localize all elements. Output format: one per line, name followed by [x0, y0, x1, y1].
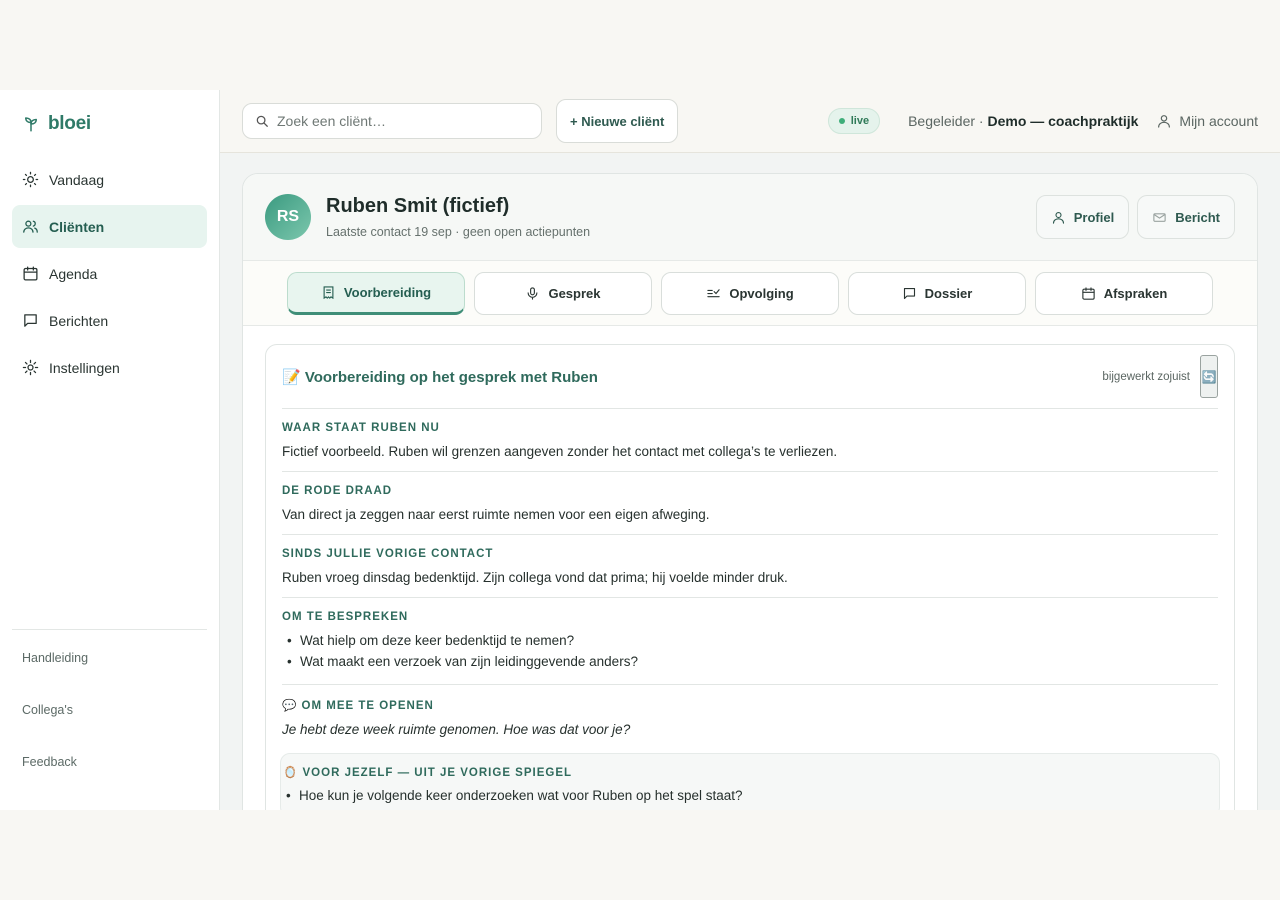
link-handleiding[interactable]: Handleiding — [12, 644, 207, 696]
tab-label: Dossier — [924, 285, 973, 301]
section-label: SINDS JULLIE VORIGE CONTACT — [282, 548, 494, 560]
sidebar-item-label: Vandaag — [49, 171, 105, 188]
org-label: Begeleider · Demo — coachpraktijk — [908, 113, 1138, 129]
sidebar-item-label: Agenda — [49, 265, 98, 282]
profile-button[interactable]: Profiel — [1035, 195, 1130, 239]
section-text: Je hebt deze week ruimte genomen. Hoe wa… — [282, 722, 631, 737]
list-item: Wat hielp om deze keer bedenktijd te nem… — [282, 630, 1218, 651]
section-label: OM TE BESPREKEN — [282, 611, 409, 623]
client-subtitle: Laatste contact 19 sep · geen open actie… — [326, 225, 591, 239]
gear-icon — [22, 359, 39, 376]
tab-bar: Voorbereiding Gesprek Opvolging Dossier … — [243, 261, 1257, 326]
search-box — [242, 103, 542, 139]
checklist-icon — [707, 288, 721, 297]
mirror-list: Hoe kun je volgende keer onderzoeken wat… — [281, 785, 1219, 806]
section-rode-draad: DE RODE DRAAD Van direct ja zeggen naar … — [282, 472, 1218, 535]
sidebar-item-agenda[interactable]: Agenda — [12, 252, 207, 295]
account-button[interactable]: Mijn account — [1156, 113, 1258, 129]
search-icon — [256, 115, 268, 127]
user-icon — [1158, 115, 1171, 128]
section-vorige-contact: SINDS JULLIE VORIGE CONTACT Ruben vroeg … — [282, 535, 1218, 598]
user-icon — [1052, 211, 1064, 224]
users-icon — [23, 220, 38, 233]
tab-afspraken[interactable]: Afspraken — [1035, 271, 1213, 315]
client-actions: Profiel Bericht — [1035, 195, 1235, 239]
new-client-button[interactable]: + Nieuwe cliënt — [556, 99, 679, 143]
sidebar-item-label: Cliënten — [49, 218, 105, 235]
live-dot — [838, 118, 845, 124]
org-separator: · — [975, 113, 988, 129]
link-feedback[interactable]: Feedback — [12, 748, 207, 800]
app-window: bloei Vandaag Cliënten Agenda Berichten … — [0, 90, 1280, 810]
sprout-icon — [25, 117, 37, 132]
client-info: Ruben Smit (fictief) Laatste contact 19 … — [326, 195, 590, 239]
section-text: Ruben vroeg dinsdag bedenktijd. Zijn col… — [282, 570, 788, 585]
avatar: RS — [265, 194, 311, 240]
app-name: bloei — [48, 113, 91, 134]
tab-label: Voorbereiding — [343, 284, 432, 300]
section-openen: 💬 OM MEE TE OPENEN Je hebt deze week rui… — [282, 685, 1218, 753]
logo[interactable]: bloei — [12, 90, 207, 158]
mirror-box: 🪞 VOOR JEZELF — UIT JE VORIGE SPIEGEL Ho… — [280, 753, 1220, 810]
message-icon — [903, 287, 915, 299]
tab-label: Afspraken — [1103, 285, 1168, 301]
search-input[interactable] — [277, 113, 529, 129]
client-card: RS Ruben Smit (fictief) Laatste contact … — [242, 173, 1258, 810]
main-area: + Nieuwe cliënt live Begeleider · Demo —… — [220, 90, 1280, 810]
sidebar-item-clienten[interactable]: Cliënten — [12, 205, 207, 248]
profile-label: Profiel — [1073, 209, 1115, 225]
sun-icon — [22, 171, 39, 188]
discuss-list: Wat hielp om deze keer bedenktijd te nem… — [282, 630, 1218, 672]
microphone-icon — [528, 286, 538, 300]
updated-label: bijgewerkt zojuist — [1102, 370, 1190, 383]
live-badge: live — [827, 108, 881, 134]
sidebar-footer: Handleiding Collega's Feedback — [12, 629, 207, 810]
section-label: 💬 OM MEE TE OPENEN — [282, 700, 434, 712]
sidebar-item-berichten[interactable]: Berichten — [12, 299, 207, 342]
section-bespreken: OM TE BESPREKEN Wat hielp om deze keer b… — [282, 598, 1218, 685]
topbar: + Nieuwe cliënt live Begeleider · Demo —… — [220, 90, 1280, 153]
section-label: 🪞 VOOR JEZELF — UIT JE VORIGE SPIEGEL — [283, 767, 573, 779]
section-label: WAAR STAAT RUBEN NU — [282, 422, 440, 434]
section-label: DE RODE DRAAD — [282, 485, 393, 497]
tab-label: Gesprek — [548, 285, 601, 301]
section-text: Fictief voorbeeld. Ruben wil grenzen aan… — [282, 444, 838, 459]
sidebar-item-label: Instellingen — [49, 359, 120, 376]
calendar-icon — [1082, 286, 1095, 300]
list-item: Wat maakt een verzoek van zijn leidingge… — [282, 651, 1218, 672]
sidebar-item-vandaag[interactable]: Vandaag — [12, 158, 207, 201]
tab-label: Opvolging — [729, 285, 794, 301]
section-text: Van direct ja zeggen naar eerst ruimte n… — [282, 507, 710, 522]
sidebar: bloei Vandaag Cliënten Agenda Berichten … — [0, 90, 220, 810]
message-button[interactable]: Bericht — [1137, 195, 1235, 239]
tab-dossier[interactable]: Dossier — [848, 271, 1026, 315]
preparation-header: 📝 Voorbereiding op het gesprek met Ruben… — [282, 345, 1218, 409]
main-nav: Vandaag Cliënten Agenda Berichten Instel… — [12, 158, 207, 389]
refresh-button[interactable]: 🔄 — [1200, 355, 1218, 398]
live-label: live — [850, 115, 870, 127]
sidebar-item-label: Berichten — [49, 312, 109, 329]
account-label: Mijn account — [1179, 113, 1258, 129]
org-name: Demo — coachpraktijk — [987, 113, 1139, 129]
refresh-icon: 🔄 — [1201, 369, 1217, 384]
message-label: Bericht — [1175, 209, 1220, 225]
client-name: Ruben Smit (fictief) — [326, 195, 510, 217]
calendar-icon — [23, 266, 38, 281]
envelope-icon — [1153, 212, 1166, 222]
message-icon — [24, 314, 37, 327]
sidebar-item-instellingen[interactable]: Instellingen — [12, 346, 207, 389]
client-header: RS Ruben Smit (fictief) Laatste contact … — [243, 174, 1257, 261]
role-label: Begeleider — [908, 113, 976, 129]
list-item: Hoe kun je volgende keer onderzoeken wat… — [281, 785, 1219, 806]
notes-icon — [323, 285, 334, 299]
preparation-title: 📝 Voorbereiding op het gesprek met Ruben — [282, 368, 598, 386]
tab-opvolging[interactable]: Opvolging — [661, 271, 839, 315]
section-waar-staat: WAAR STAAT RUBEN NU Fictief voorbeeld. R… — [282, 409, 1218, 472]
tab-gesprek[interactable]: Gesprek — [474, 271, 652, 315]
preparation-panel: 📝 Voorbereiding op het gesprek met Ruben… — [265, 344, 1235, 810]
tab-voorbereiding[interactable]: Voorbereiding — [287, 271, 465, 315]
link-collegas[interactable]: Collega's — [12, 696, 207, 748]
